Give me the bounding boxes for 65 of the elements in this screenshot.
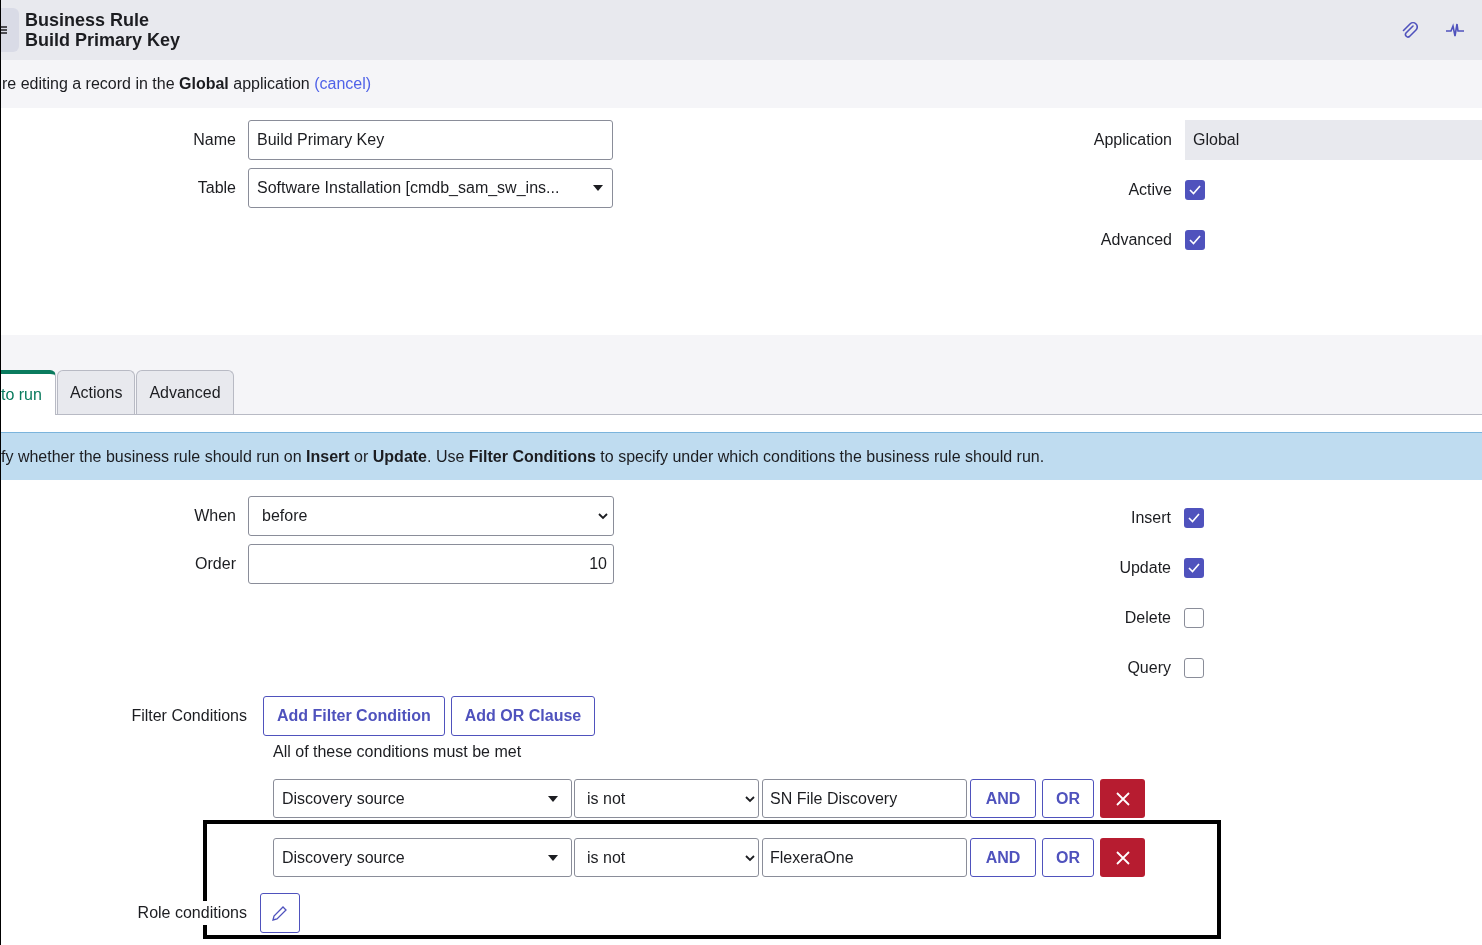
and-button[interactable]: AND — [970, 779, 1036, 818]
chevron-icon — [744, 793, 756, 804]
or-button[interactable]: OR — [1042, 838, 1094, 877]
conditions-note: All of these conditions must be met — [273, 742, 523, 762]
checkbox[interactable] — [1184, 658, 1204, 678]
field-select[interactable]: Discovery source — [273, 779, 572, 818]
field-label: Query — [1126, 658, 1172, 678]
check-icon — [1188, 184, 1202, 196]
edit-button[interactable] — [260, 893, 300, 933]
field-label: Table — [196, 178, 237, 198]
record-type-title: Business Rule — [25, 10, 151, 30]
field-label: Application — [1092, 130, 1173, 150]
or-button[interactable]: OR — [1042, 779, 1094, 818]
tab[interactable]: Actions — [56, 370, 136, 414]
cancel-link[interactable]: (cancel) — [314, 75, 372, 92]
checkbox[interactable] — [1185, 180, 1205, 200]
field-label: Delete — [1123, 608, 1172, 628]
field-label: When — [193, 506, 237, 526]
menu-button[interactable] — [1, 8, 19, 52]
reference-field[interactable]: Software Installation [cmdb_sam_sw_ins... — [248, 168, 613, 208]
field-label: Filter Conditions — [130, 706, 248, 726]
checkbox[interactable] — [1184, 508, 1204, 528]
activity-icon — [1446, 22, 1464, 38]
chevron-icon — [744, 852, 756, 863]
chevron-icon — [597, 511, 609, 521]
filter-button[interactable]: Add OR Clause — [450, 696, 596, 736]
menu-icon — [1, 25, 7, 35]
check-icon — [1187, 512, 1201, 524]
close-icon — [1115, 791, 1130, 806]
checkbox[interactable] — [1184, 608, 1204, 628]
field-label: Name — [192, 130, 237, 150]
field-label: Active — [1127, 180, 1173, 200]
field-label: Insert — [1130, 508, 1172, 528]
filter-button[interactable]: Add Filter Condition — [263, 696, 445, 736]
field-label: Advanced — [1099, 230, 1173, 250]
input-field[interactable]: Build Primary Key — [248, 120, 613, 160]
operator-select[interactable]: is not — [574, 838, 759, 877]
tab[interactable]: Advanced — [136, 370, 234, 414]
caret-icon — [547, 852, 559, 863]
input-field[interactable]: 10 — [248, 544, 614, 584]
field-label: Role conditions — [137, 901, 247, 925]
paperclip-icon — [1400, 20, 1418, 40]
field-select[interactable]: Discovery source — [273, 838, 572, 877]
close-icon — [1115, 850, 1130, 865]
check-icon — [1187, 562, 1201, 574]
pencil-icon — [271, 904, 289, 922]
checkbox[interactable] — [1184, 558, 1204, 578]
field-label: Update — [1118, 558, 1172, 578]
record-name-title: Build Primary Key — [25, 30, 181, 50]
readonly-field: Global — [1185, 120, 1482, 160]
editing-notice: re editing a record in the Global application (cancel) — [2, 74, 372, 94]
caret-icon — [547, 793, 559, 804]
select-field[interactable]: before — [248, 496, 614, 536]
input-field[interactable]: SN File Discovery — [762, 779, 967, 818]
checkbox[interactable] — [1185, 230, 1205, 250]
delete-button[interactable] — [1100, 779, 1145, 818]
and-button[interactable]: AND — [970, 838, 1036, 877]
operator-select[interactable]: is not — [574, 779, 759, 818]
caret-icon — [592, 183, 604, 193]
tab[interactable]: to run — [1, 370, 56, 415]
info-message: fy whether the business rule should run on Insert or Update. Use Filter Conditions to specify under which conditions the business rule should run. — [1, 446, 1045, 467]
input-field[interactable]: FlexeraOne — [762, 838, 967, 877]
delete-button[interactable] — [1100, 838, 1145, 877]
field-label: Order — [194, 554, 237, 574]
check-icon — [1188, 234, 1202, 246]
